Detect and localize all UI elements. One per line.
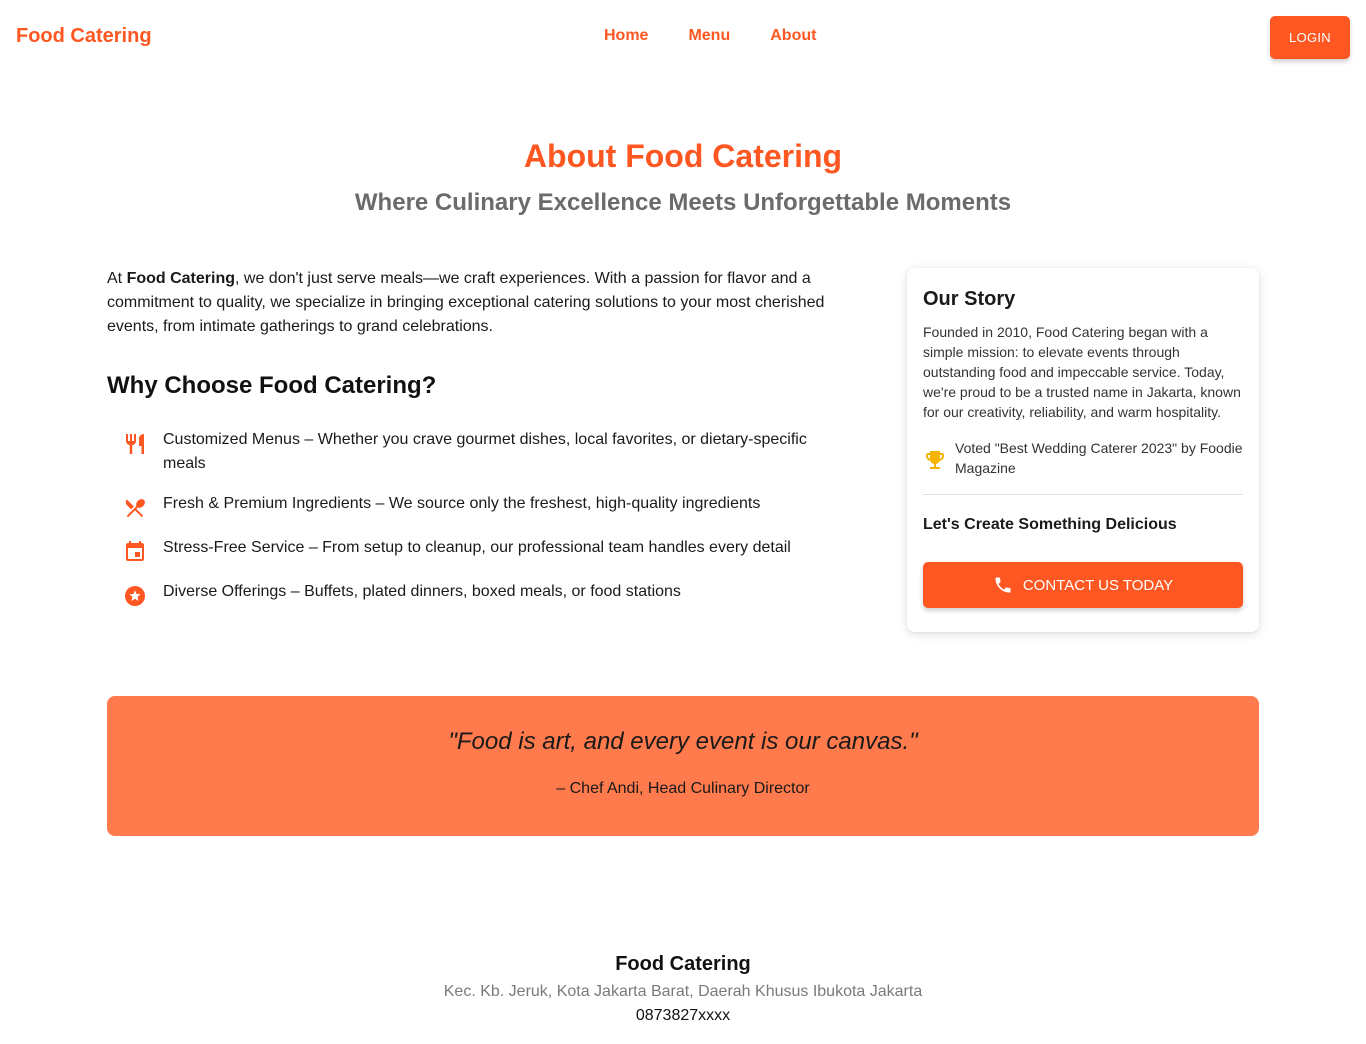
contact-us-button[interactable]: CONTACT US TODAY [923,562,1243,608]
card-divider [923,494,1243,495]
feature-text: Stress-Free Service – From setup to clea… [163,539,791,556]
page-subtitle: Where Culinary Excellence Meets Unforget… [354,189,1012,216]
feature-text: Diverse Offerings – Buffets, plated dinn… [163,583,681,600]
footer-address: Kec. Kb. Jeruk, Kota Jakarta Barat, Daer… [443,983,923,1000]
intro-prefix: At [107,270,127,287]
quote-banner: "Food is art, and every event is our can… [107,696,1259,836]
brand-logo[interactable]: Food Catering [16,25,152,48]
restaurant-icon [107,428,163,456]
cta-title: Let's Create Something Delicious [923,516,1177,533]
why-choose-title: Why Choose Food Catering? [107,372,437,399]
login-button[interactable]: LOGIN [1270,16,1350,59]
award-text: Voted "Best Wedding Caterer 2023" by Foo… [955,440,1243,476]
dining-icon [107,492,163,520]
footer-phone: 0873827xxxx [635,1007,731,1024]
nav-about[interactable]: About [770,27,816,45]
our-story-card: Our Story Founded in 2010, Food Catering… [907,268,1259,632]
main-nav: Home Menu About [604,27,856,45]
feature-item: Diverse Offerings – Buffets, plated dinn… [107,580,837,624]
footer-brand: Food Catering [615,953,751,975]
app-header: Food Catering Home Menu About LOGIN [0,0,1366,74]
phone-icon [993,575,1013,595]
page-title: About Food Catering [523,138,843,174]
award-row: Voted "Best Wedding Caterer 2023" by Foo… [923,438,1245,478]
trophy-icon [923,438,955,472]
nav-menu[interactable]: Menu [688,27,730,45]
intro-paragraph: At Food Catering, we don't just serve me… [107,267,837,339]
quote-author: – Chef Andi, Head Culinary Director [556,780,810,797]
story-title: Our Story [923,288,1016,310]
event-calendar-icon [107,536,163,564]
feature-item: Customized Menus – Whether you crave gou… [107,428,837,492]
star-circle-icon [107,580,163,608]
feature-item: Fresh & Premium Ingredients – We source … [107,492,837,536]
story-text: Founded in 2010, Food Catering began wit… [923,324,1241,420]
feature-item: Stress-Free Service – From setup to clea… [107,536,837,580]
contact-us-label: CONTACT US TODAY [1022,576,1174,594]
feature-text: Customized Menus – Whether you crave gou… [163,431,807,472]
feature-text: Fresh & Premium Ingredients – We source … [163,495,761,512]
nav-home[interactable]: Home [604,27,648,45]
quote-text: "Food is art, and every event is our can… [448,728,918,755]
intro-brand: Food Catering [126,270,235,287]
feature-list: Customized Menus – Whether you crave gou… [107,428,837,624]
